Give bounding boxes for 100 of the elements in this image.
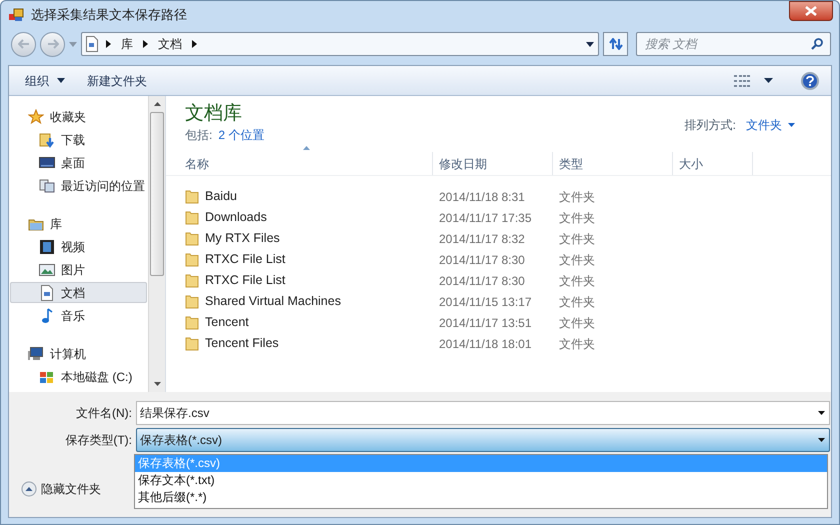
file-type: 文件夹: [559, 294, 596, 310]
column-header[interactable]: 名称: [179, 152, 433, 175]
caret-icon: [788, 123, 795, 127]
chevron-icon[interactable]: [192, 40, 197, 48]
column-header[interactable]: 大小: [673, 152, 753, 175]
recent-places-icon: [39, 178, 55, 194]
details-view-icon: [734, 74, 750, 86]
arrange-label: 排列方式:: [684, 117, 736, 134]
file-type: 文件夹: [559, 252, 596, 268]
search-field[interactable]: 搜索 文档: [636, 32, 831, 56]
breadcrumb[interactable]: 文档: [158, 35, 182, 53]
library-title: 文档库: [185, 102, 243, 126]
modified-date: 2014/11/17 13:51: [439, 314, 533, 332]
modified-date: 2014/11/17 8:32: [439, 230, 526, 248]
folder-icon: [185, 294, 199, 309]
file-type: 文件夹: [559, 272, 596, 290]
dropdown-caret-icon: [818, 411, 825, 415]
arrange-dropdown[interactable]: 文件夹: [746, 116, 795, 134]
folder-icon: [185, 210, 199, 225]
file-type: 文件夹: [559, 230, 596, 248]
refresh-icon: [608, 38, 624, 50]
sidebar-item[interactable]: 桌面: [10, 152, 147, 173]
sidebar-item[interactable]: 视频: [10, 236, 147, 257]
includes-label: 包括:: [185, 127, 212, 144]
dropdown-caret-icon[interactable]: [586, 42, 594, 46]
picture-icon: [39, 262, 55, 278]
music-note-icon: [39, 308, 55, 324]
window-title: 选择采集结果文本保存路径: [31, 6, 187, 24]
file-type-label: 保存类型(T):: [64, 432, 133, 449]
scroll-thumb[interactable]: [150, 112, 164, 276]
sidebar-item[interactable]: 音乐: [10, 305, 147, 326]
folder-icon: [185, 231, 199, 246]
modified-date: 2014/11/17 17:35: [439, 210, 533, 226]
address-bar[interactable]: 库 文档: [81, 32, 599, 56]
sidebar-item[interactable]: 下载: [10, 129, 147, 150]
modified-date: 2014/11/17 8:30: [439, 272, 526, 290]
modified-date: 2014/11/17 8:30: [439, 252, 526, 268]
dropdown-option[interactable]: 其他后缀(*.*): [135, 489, 827, 506]
filename-label: 文件名(N):: [75, 405, 133, 422]
back-arrow-icon: [18, 39, 30, 49]
sidebar-group[interactable]: 库: [10, 213, 148, 234]
toolbar-button[interactable]: 组织: [19, 70, 71, 92]
file-type: 文件夹: [559, 314, 596, 332]
collapse-icon: [21, 481, 37, 497]
help-icon: [806, 76, 814, 86]
document-icon: [86, 36, 98, 52]
folder-icon: [185, 315, 199, 330]
folder-download-icon: [39, 132, 55, 148]
file-type-dropdown[interactable]: 保存表格(*.csv): [136, 428, 830, 452]
folder-icon: [185, 336, 199, 351]
folder-icon: [185, 273, 199, 288]
desktop-icon: [39, 154, 55, 170]
file-name[interactable]: Tencent Files: [205, 334, 279, 353]
sidebar-group[interactable]: 收藏夹: [10, 106, 148, 127]
document-icon: [39, 284, 55, 300]
dropdown-option[interactable]: 保存文本(*.txt): [135, 472, 827, 489]
star-icon: [28, 108, 44, 124]
search-icon: [811, 38, 823, 50]
file-name[interactable]: RTXC File List: [205, 250, 286, 269]
toolbar-button[interactable]: 新建文件夹: [81, 70, 153, 92]
folder-icon: [185, 189, 199, 204]
close-icon: [805, 6, 817, 16]
sidebar-item[interactable]: 最近访问的位置: [10, 175, 147, 196]
file-type: 文件夹: [559, 336, 596, 352]
modified-date: 2014/11/18 18:01: [439, 336, 533, 352]
chevron-icon[interactable]: [143, 40, 148, 48]
dropdown-caret-icon: [818, 438, 825, 442]
sidebar-group[interactable]: 计算机: [10, 343, 148, 364]
close-button[interactable]: [789, 1, 833, 21]
film-icon: [39, 238, 55, 254]
breadcrumb[interactable]: 库: [121, 35, 133, 53]
locations-link[interactable]: 2 个位置: [218, 126, 264, 144]
column-header[interactable]: 修改日期: [433, 152, 553, 175]
file-type: 文件夹: [559, 210, 596, 226]
modified-date: 2014/11/15 13:17: [439, 294, 533, 310]
folder-icon: [185, 252, 199, 267]
file-type: 文件夹: [559, 188, 596, 206]
help-button[interactable]: [801, 72, 819, 90]
sidebar-item[interactable]: 文档: [10, 282, 147, 303]
caret-icon: [764, 78, 773, 83]
scrollbar[interactable]: [148, 96, 165, 392]
filename-field[interactable]: 结果保存.csv: [136, 401, 830, 425]
chevron-icon[interactable]: [106, 40, 111, 48]
column-header[interactable]: 类型: [553, 152, 673, 175]
scroll-down-icon: [154, 382, 160, 386]
app-icon: [9, 8, 25, 22]
hide-folders-button[interactable]: 隐藏文件夹: [21, 480, 101, 498]
sidebar-item[interactable]: 图片: [10, 259, 147, 280]
file-name[interactable]: Shared Virtual Machines: [205, 292, 341, 311]
file-name[interactable]: Downloads: [205, 208, 267, 227]
file-name[interactable]: My RTX Files: [205, 229, 280, 248]
computer-icon: [28, 346, 44, 362]
sidebar-item[interactable]: 本地磁盘 (C:): [10, 366, 147, 387]
forward-arrow-icon: [46, 39, 58, 49]
file-name[interactable]: RTXC File List: [205, 271, 286, 290]
modified-date: 2014/11/18 8:31: [439, 188, 526, 206]
file-name[interactable]: Baidu: [205, 187, 237, 206]
refresh-button[interactable]: [603, 32, 628, 56]
file-name[interactable]: Tencent: [205, 313, 249, 332]
scroll-up-icon: [154, 102, 160, 106]
